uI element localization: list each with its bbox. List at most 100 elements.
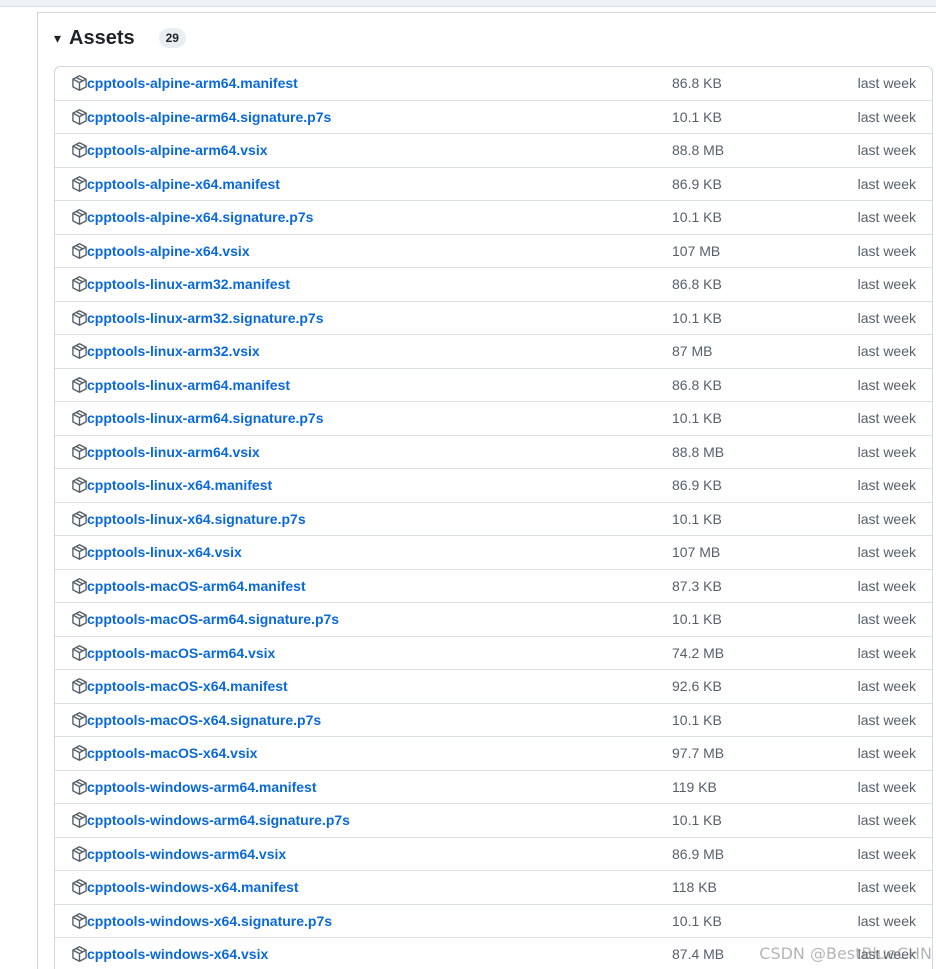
asset-link[interactable]: cpptools-linux-arm64.signature.p7s — [87, 410, 324, 426]
caret-down-icon: ▾ — [54, 29, 62, 46]
asset-row: cpptools-macOS-arm64.vsix 74.2 MB last w… — [55, 637, 932, 670]
package-icon — [72, 544, 87, 561]
package-icon — [72, 343, 87, 360]
asset-date: last week — [857, 644, 916, 661]
asset-date: last week — [857, 611, 916, 628]
asset-row: cpptools-linux-arm64.vsix 88.8 MB last w… — [55, 436, 932, 469]
asset-size: 118 KB — [672, 879, 717, 896]
asset-size: 10.1 KB — [672, 108, 722, 125]
asset-link[interactable]: cpptools-linux-arm64.vsix — [87, 444, 260, 460]
asset-link[interactable]: cpptools-alpine-arm64.signature.p7s — [87, 109, 331, 125]
package-icon — [72, 678, 87, 695]
package-icon — [72, 75, 87, 92]
asset-row: cpptools-linux-x64.vsix 107 MB last week — [55, 536, 932, 570]
asset-link[interactable]: cpptools-alpine-arm64.manifest — [87, 75, 298, 91]
asset-size: 107 MB — [672, 242, 721, 259]
package-icon — [72, 410, 87, 427]
package-icon — [72, 175, 87, 192]
asset-row: cpptools-windows-arm64.vsix 86.9 MB last… — [55, 838, 932, 871]
asset-link[interactable]: cpptools-linux-x64.manifest — [87, 477, 272, 493]
asset-date: last week — [857, 443, 916, 460]
asset-link[interactable]: cpptools-macOS-arm64.manifest — [87, 578, 306, 594]
package-icon — [72, 879, 87, 896]
asset-link[interactable]: cpptools-macOS-x64.signature.p7s — [87, 712, 321, 728]
package-icon — [72, 376, 87, 393]
package-icon — [72, 845, 87, 862]
assets-list: cpptools-alpine-arm64.manifest 86.8 KB l… — [54, 66, 933, 969]
asset-row: cpptools-linux-x64.manifest 86.9 KB last… — [55, 469, 932, 503]
package-icon — [72, 276, 87, 293]
asset-date: last week — [857, 845, 916, 862]
asset-row: cpptools-alpine-arm64.signature.p7s 10.1… — [55, 101, 932, 134]
asset-link[interactable]: cpptools-windows-arm64.vsix — [87, 846, 286, 862]
asset-link[interactable]: cpptools-windows-x64.signature.p7s — [87, 913, 332, 929]
top-band — [0, 0, 936, 7]
asset-date: last week — [857, 745, 916, 762]
asset-link[interactable]: cpptools-macOS-arm64.signature.p7s — [87, 611, 339, 627]
package-icon — [72, 242, 87, 259]
package-icon — [72, 209, 87, 226]
asset-size: 87.4 MB — [672, 946, 725, 963]
asset-size: 107 MB — [672, 544, 721, 561]
asset-date: last week — [857, 376, 916, 393]
asset-link[interactable]: cpptools-linux-x64.signature.p7s — [87, 511, 306, 527]
asset-link[interactable]: cpptools-alpine-x64.signature.p7s — [87, 209, 313, 225]
asset-size: 119 KB — [672, 778, 717, 795]
asset-size: 86.9 KB — [672, 175, 722, 192]
asset-date: last week — [857, 477, 916, 494]
package-icon — [72, 142, 87, 159]
asset-date: last week — [857, 75, 916, 92]
asset-date: last week — [857, 209, 916, 226]
asset-size: 86.8 KB — [672, 376, 722, 393]
asset-row: cpptools-alpine-x64.vsix 107 MB last wee… — [55, 235, 932, 268]
asset-row: cpptools-windows-x64.manifest 118 KB las… — [55, 871, 932, 905]
package-icon — [72, 611, 87, 628]
asset-link[interactable]: cpptools-linux-arm32.signature.p7s — [87, 310, 324, 326]
asset-row: cpptools-windows-arm64.signature.p7s 10.… — [55, 804, 932, 838]
assets-toggle[interactable]: ▾ Assets 29 — [54, 24, 186, 52]
asset-size: 10.1 KB — [672, 510, 722, 527]
asset-link[interactable]: cpptools-alpine-x64.vsix — [87, 243, 250, 259]
asset-row: cpptools-alpine-arm64.manifest 86.8 KB l… — [55, 67, 932, 101]
asset-link[interactable]: cpptools-windows-arm64.signature.p7s — [87, 812, 350, 828]
assets-title: Assets — [69, 26, 135, 49]
asset-link[interactable]: cpptools-linux-x64.vsix — [87, 544, 242, 560]
asset-link[interactable]: cpptools-linux-arm32.manifest — [87, 276, 290, 292]
asset-link[interactable]: cpptools-alpine-arm64.vsix — [87, 142, 268, 158]
assets-count-badge: 29 — [158, 28, 186, 48]
asset-link[interactable]: cpptools-linux-arm32.vsix — [87, 343, 260, 359]
package-icon — [72, 477, 87, 494]
asset-row: cpptools-macOS-x64.vsix 97.7 MB last wee… — [55, 737, 932, 771]
package-icon — [72, 644, 87, 661]
asset-row: cpptools-macOS-arm64.manifest 87.3 KB la… — [55, 570, 932, 603]
asset-date: last week — [857, 510, 916, 527]
asset-date: last week — [857, 912, 916, 929]
asset-link[interactable]: cpptools-linux-arm64.manifest — [87, 377, 290, 393]
asset-link[interactable]: cpptools-windows-arm64.manifest — [87, 779, 316, 795]
asset-size: 86.8 KB — [672, 276, 722, 293]
assets-rows: cpptools-alpine-arm64.manifest 86.8 KB l… — [55, 67, 932, 969]
package-icon — [72, 309, 87, 326]
asset-date: last week — [857, 577, 916, 594]
package-icon — [72, 912, 87, 929]
asset-link[interactable]: cpptools-macOS-arm64.vsix — [87, 645, 275, 661]
asset-size: 97.7 MB — [672, 745, 725, 762]
asset-link[interactable]: cpptools-macOS-x64.manifest — [87, 678, 288, 694]
asset-row: cpptools-windows-x64.signature.p7s 10.1 … — [55, 905, 932, 938]
package-icon — [72, 510, 87, 527]
asset-row: cpptools-alpine-x64.manifest 86.9 KB las… — [55, 168, 932, 201]
package-icon — [72, 443, 87, 460]
asset-size: 86.9 KB — [672, 477, 722, 494]
asset-row: cpptools-macOS-x64.signature.p7s 10.1 KB… — [55, 704, 932, 737]
asset-date: last week — [857, 812, 916, 829]
asset-link[interactable]: cpptools-windows-x64.vsix — [87, 946, 268, 962]
asset-date: last week — [857, 309, 916, 326]
asset-link[interactable]: cpptools-alpine-x64.manifest — [87, 176, 280, 192]
asset-link[interactable]: cpptools-windows-x64.manifest — [87, 879, 299, 895]
asset-date: last week — [857, 778, 916, 795]
asset-size: 86.9 MB — [672, 845, 725, 862]
package-icon — [72, 745, 87, 762]
asset-row: cpptools-linux-x64.signature.p7s 10.1 KB… — [55, 503, 932, 536]
asset-link[interactable]: cpptools-macOS-x64.vsix — [87, 745, 257, 761]
asset-row: cpptools-linux-arm64.manifest 86.8 KB la… — [55, 369, 932, 402]
